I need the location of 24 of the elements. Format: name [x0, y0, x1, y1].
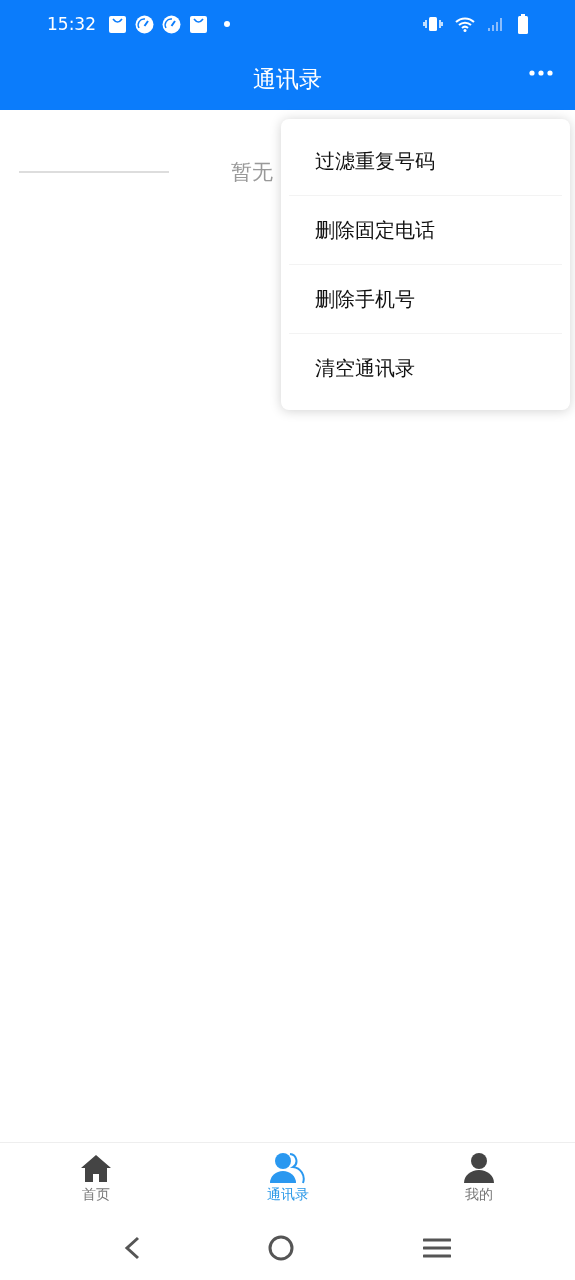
- empty-message: 暂无: [231, 159, 273, 186]
- battery-icon: [517, 14, 529, 34]
- tab[interactable]: 我的: [383, 1143, 575, 1220]
- contacts-icon: [269, 1152, 306, 1184]
- bag-icon: [108, 14, 127, 34]
- gauge-icon: [135, 14, 154, 34]
- menu-item[interactable]: 删除手机号: [281, 265, 570, 333]
- dot-icon: [224, 21, 230, 27]
- wifi-icon: [455, 16, 475, 32]
- home-icon: [79, 1152, 112, 1184]
- status-time: 15:32: [47, 14, 96, 34]
- tab[interactable]: 首页: [0, 1143, 192, 1220]
- menu-item[interactable]: 清空通讯录: [281, 334, 570, 402]
- vibrate-icon: [423, 16, 443, 32]
- bag-icon: [189, 14, 208, 34]
- header-title: 通讯录: [253, 64, 322, 94]
- home-button-icon[interactable]: [268, 1235, 295, 1261]
- signal-icon: [487, 16, 505, 32]
- gauge-icon: [162, 14, 181, 34]
- person-icon: [463, 1152, 496, 1184]
- menu-item[interactable]: 过滤重复号码: [281, 127, 570, 195]
- menu-icon[interactable]: [422, 1237, 451, 1259]
- back-icon[interactable]: [124, 1236, 141, 1260]
- menu-item[interactable]: 删除固定电话: [281, 196, 570, 264]
